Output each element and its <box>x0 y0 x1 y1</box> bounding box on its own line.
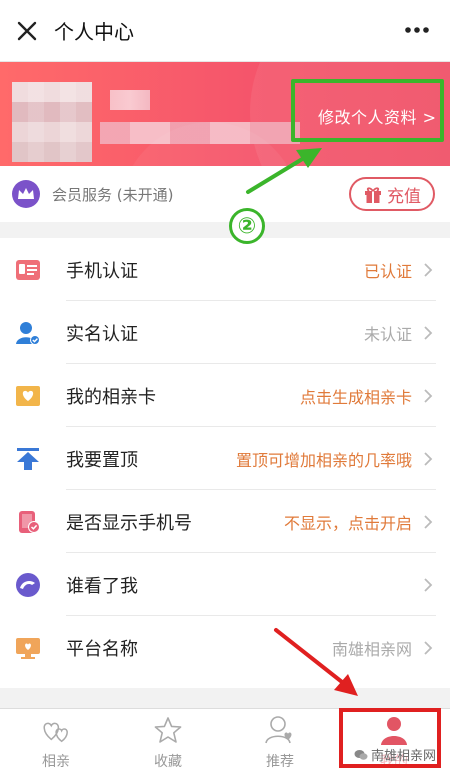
watermark: 南雄相亲网 <box>354 745 437 764</box>
tab-recommend[interactable]: 推荐 <box>224 709 336 771</box>
close-icon <box>17 21 37 40</box>
vip-service-row[interactable]: 会员服务 (未开通) 充值 <box>0 166 450 222</box>
list-item-value: 南雄相亲网 <box>331 639 412 659</box>
user-verified-icon <box>14 319 42 347</box>
list-item-label: 实名认证 <box>66 323 138 345</box>
chevron-right-icon <box>424 640 433 655</box>
recommend-user-icon <box>264 715 296 745</box>
list-item-real-name-verify[interactable]: 实名认证 未认证 <box>0 301 450 364</box>
star-icon <box>152 715 184 745</box>
close-button[interactable] <box>8 12 46 50</box>
watermark-text: 南雄相亲网 <box>371 749 437 764</box>
chevron-right-icon <box>424 577 433 592</box>
more-icon <box>405 27 429 33</box>
tab-label: 推荐 <box>266 754 294 770</box>
heart-card-icon <box>14 382 42 410</box>
tab-label: 收藏 <box>154 754 182 770</box>
list-item-show-phone[interactable]: 是否显示手机号 不显示，点击开启 <box>0 490 450 553</box>
tab-dating[interactable]: 相亲 <box>0 709 112 771</box>
phone-card-icon <box>14 256 42 284</box>
blurred-user-info <box>100 122 300 144</box>
recharge-button[interactable]: 充值 <box>349 177 435 211</box>
top-arrow-icon <box>14 445 42 473</box>
phone-visibility-icon <box>14 508 42 536</box>
chevron-right-icon <box>424 388 433 403</box>
list-item-phone-verify[interactable]: 手机认证 已认证 <box>0 238 450 301</box>
visitors-icon <box>14 571 42 599</box>
list-item-pin-top[interactable]: 我要置顶 置顶可增加相亲的几率哦 <box>0 427 450 490</box>
list-item-label: 我的相亲卡 <box>66 386 156 408</box>
page-title: 个人中心 <box>54 20 134 44</box>
list-item-label: 谁看了我 <box>66 575 138 597</box>
avatar[interactable] <box>12 82 92 162</box>
more-button[interactable] <box>402 18 432 42</box>
blurred-username <box>110 90 150 110</box>
list-item-label: 手机认证 <box>66 260 138 282</box>
crown-icon <box>12 180 40 208</box>
profile-menu-list: 手机认证 已认证 实名认证 未认证 我的相亲卡 点击生成相亲卡 我要置顶 置顶可… <box>0 238 450 688</box>
annotation-highlight-box-edit <box>291 79 444 142</box>
chevron-right-icon <box>424 262 433 277</box>
annotation-step-number: ② <box>229 208 265 244</box>
wechat-icon <box>354 749 368 760</box>
list-item-value: 不显示，点击开启 <box>283 513 412 533</box>
top-bar: 个人中心 <box>0 0 450 62</box>
list-item-label: 是否显示手机号 <box>66 512 192 534</box>
list-item-label: 我要置顶 <box>66 449 138 471</box>
recharge-label: 充值 <box>387 186 421 207</box>
hearts-icon <box>40 715 72 745</box>
list-item-value: 已认证 <box>363 261 412 281</box>
gift-icon <box>365 187 381 203</box>
platform-icon <box>14 634 42 662</box>
chevron-right-icon <box>424 514 433 529</box>
tab-favorites[interactable]: 收藏 <box>112 709 224 771</box>
list-item-label: 平台名称 <box>66 638 138 660</box>
chevron-right-icon <box>424 451 433 466</box>
list-item-value: 点击生成相亲卡 <box>299 387 412 407</box>
list-item-dating-card[interactable]: 我的相亲卡 点击生成相亲卡 <box>0 364 450 427</box>
tab-label: 相亲 <box>42 754 70 770</box>
vip-status-text: 会员服务 (未开通) <box>52 186 174 204</box>
list-item-platform-name[interactable]: 平台名称 南雄相亲网 <box>0 616 450 679</box>
list-item-value: 置顶可增加相亲的几率哦 <box>235 450 412 470</box>
list-item-visitors[interactable]: 谁看了我 <box>0 553 450 616</box>
list-item-value: 未认证 <box>363 324 412 344</box>
section-gap <box>0 688 450 708</box>
chevron-right-icon <box>424 325 433 340</box>
